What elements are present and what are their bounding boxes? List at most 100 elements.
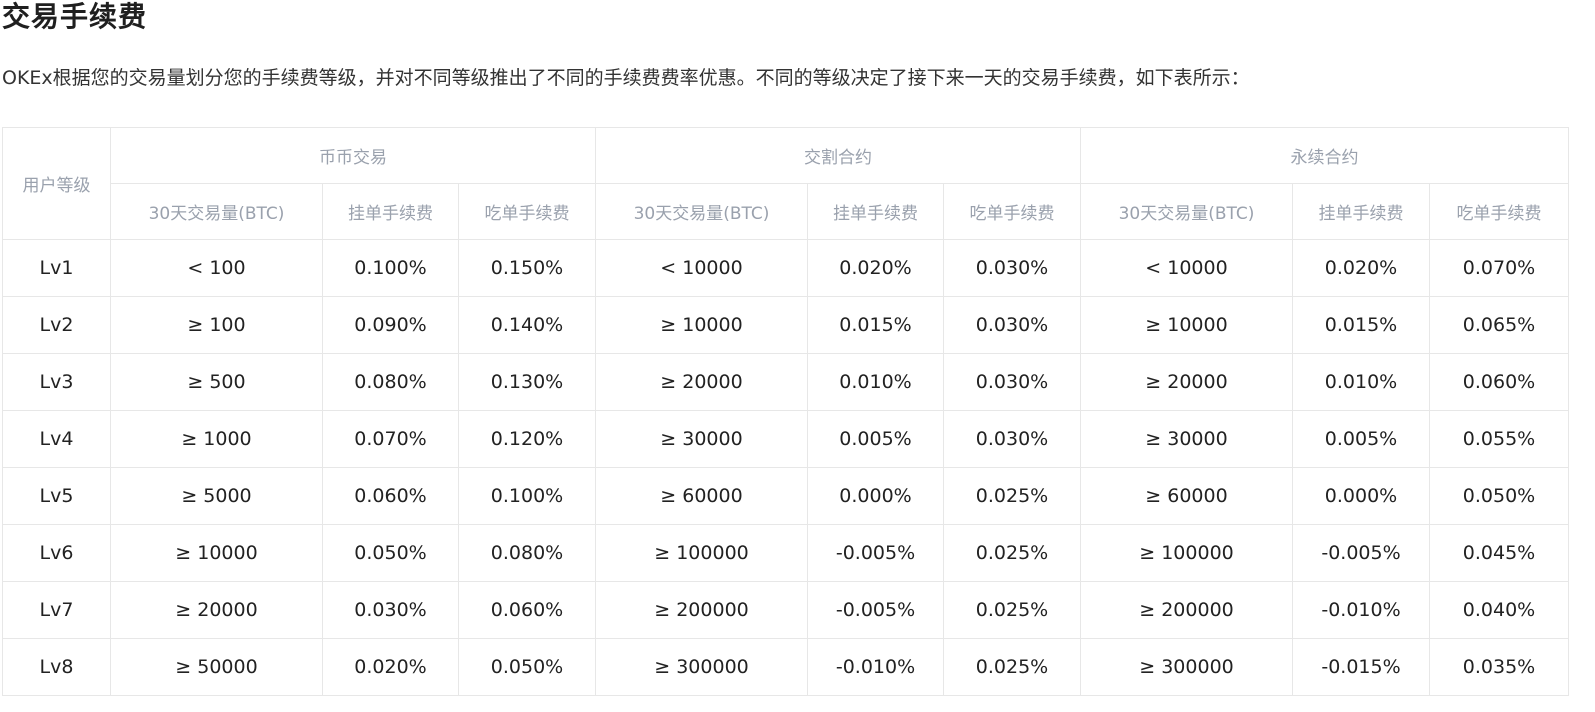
swap-volume-cell: < 10000 [1080, 239, 1293, 297]
futures-maker-cell: 0.005% [807, 410, 944, 468]
futures-maker-cell: 0.010% [807, 353, 944, 411]
swap-taker-header: 吃单手续费 [1429, 183, 1569, 240]
spot-volume-cell: ≥ 100 [110, 296, 323, 354]
swap-taker-cell: 0.035% [1429, 638, 1569, 696]
spot-volume-cell: < 100 [110, 239, 323, 297]
fee-table: 用户等级 币币交易 交割合约 永续合约 30天交易量(BTC) 挂单手续费 吃单… [2, 127, 1569, 696]
spot-volume-cell: ≥ 5000 [110, 467, 323, 525]
futures-maker-header: 挂单手续费 [807, 183, 944, 240]
swap-maker-cell: -0.015% [1292, 638, 1430, 696]
futures-maker-cell: -0.010% [807, 638, 944, 696]
swap-maker-cell: 0.020% [1292, 239, 1430, 297]
swap-maker-cell: 0.005% [1292, 410, 1430, 468]
spot-taker-header: 吃单手续费 [458, 183, 596, 240]
futures-volume-cell: ≥ 60000 [595, 467, 808, 525]
level-cell: Lv3 [2, 353, 111, 411]
table-row: Lv2 ≥ 100 0.090% 0.140% ≥ 10000 0.015% 0… [2, 296, 1569, 354]
level-cell: Lv1 [2, 239, 111, 297]
swap-volume-cell: ≥ 10000 [1080, 296, 1293, 354]
swap-maker-cell: 0.000% [1292, 467, 1430, 525]
spot-volume-cell: ≥ 50000 [110, 638, 323, 696]
spot-maker-header: 挂单手续费 [322, 183, 459, 240]
futures-volume-header: 30天交易量(BTC) [595, 183, 808, 240]
intro-text: OKEx根据您的交易量划分您的手续费等级，并对不同等级推出了不同的手续费费率优惠… [2, 67, 1250, 89]
page-title: 交易手续费 [2, 0, 148, 33]
level-cell: Lv6 [2, 524, 111, 582]
futures-volume-cell: ≥ 100000 [595, 524, 808, 582]
spot-maker-cell: 0.070% [322, 410, 459, 468]
level-cell: Lv5 [2, 467, 111, 525]
spot-volume-cell: ≥ 10000 [110, 524, 323, 582]
swap-volume-cell: ≥ 60000 [1080, 467, 1293, 525]
spot-volume-cell: ≥ 500 [110, 353, 323, 411]
spot-taker-cell: 0.140% [458, 296, 596, 354]
futures-volume-cell: ≥ 20000 [595, 353, 808, 411]
futures-taker-cell: 0.025% [943, 467, 1081, 525]
spot-volume-header: 30天交易量(BTC) [110, 183, 323, 240]
spot-taker-cell: 0.050% [458, 638, 596, 696]
spot-volume-cell: ≥ 1000 [110, 410, 323, 468]
table-row: Lv7 ≥ 20000 0.030% 0.060% ≥ 200000 -0.00… [2, 581, 1569, 639]
futures-taker-header: 吃单手续费 [943, 183, 1081, 240]
spot-taker-cell: 0.150% [458, 239, 596, 297]
futures-maker-cell: 0.015% [807, 296, 944, 354]
swap-volume-cell: ≥ 200000 [1080, 581, 1293, 639]
spot-maker-cell: 0.060% [322, 467, 459, 525]
swap-maker-cell: -0.005% [1292, 524, 1430, 582]
swap-taker-cell: 0.045% [1429, 524, 1569, 582]
futures-taker-cell: 0.025% [943, 638, 1081, 696]
level-cell: Lv7 [2, 581, 111, 639]
table-row: Lv1 < 100 0.100% 0.150% < 10000 0.020% 0… [2, 239, 1569, 297]
spot-taker-cell: 0.080% [458, 524, 596, 582]
swap-volume-header: 30天交易量(BTC) [1080, 183, 1293, 240]
user-level-header: 用户等级 [2, 127, 111, 240]
swap-taker-cell: 0.065% [1429, 296, 1569, 354]
futures-taker-cell: 0.030% [943, 239, 1081, 297]
futures-taker-cell: 0.025% [943, 524, 1081, 582]
page: 交易手续费 OKEx根据您的交易量划分您的手续费等级，并对不同等级推出了不同的手… [0, 0, 1595, 712]
futures-maker-cell: -0.005% [807, 524, 944, 582]
futures-maker-cell: 0.000% [807, 467, 944, 525]
swap-taker-cell: 0.070% [1429, 239, 1569, 297]
swap-taker-cell: 0.050% [1429, 467, 1569, 525]
futures-maker-cell: 0.020% [807, 239, 944, 297]
futures-volume-cell: ≥ 300000 [595, 638, 808, 696]
futures-maker-cell: -0.005% [807, 581, 944, 639]
futures-volume-cell: ≥ 10000 [595, 296, 808, 354]
swap-maker-cell: 0.010% [1292, 353, 1430, 411]
spot-taker-cell: 0.130% [458, 353, 596, 411]
level-cell: Lv2 [2, 296, 111, 354]
spot-maker-cell: 0.100% [322, 239, 459, 297]
spot-volume-cell: ≥ 20000 [110, 581, 323, 639]
table-row: Lv3 ≥ 500 0.080% 0.130% ≥ 20000 0.010% 0… [2, 353, 1569, 411]
swap-volume-cell: ≥ 100000 [1080, 524, 1293, 582]
header-row-columns: 30天交易量(BTC) 挂单手续费 吃单手续费 30天交易量(BTC) 挂单手续… [3, 183, 1569, 240]
table-row: Lv4 ≥ 1000 0.070% 0.120% ≥ 30000 0.005% … [2, 410, 1569, 468]
header-row-groups: 用户等级 币币交易 交割合约 永续合约 [2, 127, 1569, 240]
swap-maker-cell: -0.010% [1292, 581, 1430, 639]
swap-taker-cell: 0.060% [1429, 353, 1569, 411]
futures-volume-cell: ≥ 30000 [595, 410, 808, 468]
level-cell: Lv8 [2, 638, 111, 696]
swap-taker-cell: 0.040% [1429, 581, 1569, 639]
swap-volume-cell: ≥ 300000 [1080, 638, 1293, 696]
spot-taker-cell: 0.120% [458, 410, 596, 468]
spot-maker-cell: 0.080% [322, 353, 459, 411]
perpetual-swap-header: 永续合约 [1080, 127, 1569, 184]
futures-header: 交割合约 [595, 127, 1081, 184]
swap-maker-cell: 0.015% [1292, 296, 1430, 354]
table-row: Lv8 ≥ 50000 0.020% 0.050% ≥ 300000 -0.01… [2, 638, 1569, 696]
futures-taker-cell: 0.030% [943, 353, 1081, 411]
spot-maker-cell: 0.050% [322, 524, 459, 582]
futures-volume-cell: < 10000 [595, 239, 808, 297]
spot-maker-cell: 0.090% [322, 296, 459, 354]
futures-taker-cell: 0.025% [943, 581, 1081, 639]
table-row: Lv6 ≥ 10000 0.050% 0.080% ≥ 100000 -0.00… [2, 524, 1569, 582]
spot-taker-cell: 0.100% [458, 467, 596, 525]
spot-trading-header: 币币交易 [110, 127, 596, 184]
swap-maker-header: 挂单手续费 [1292, 183, 1430, 240]
futures-volume-cell: ≥ 200000 [595, 581, 808, 639]
swap-taker-cell: 0.055% [1429, 410, 1569, 468]
futures-taker-cell: 0.030% [943, 296, 1081, 354]
futures-taker-cell: 0.030% [943, 410, 1081, 468]
